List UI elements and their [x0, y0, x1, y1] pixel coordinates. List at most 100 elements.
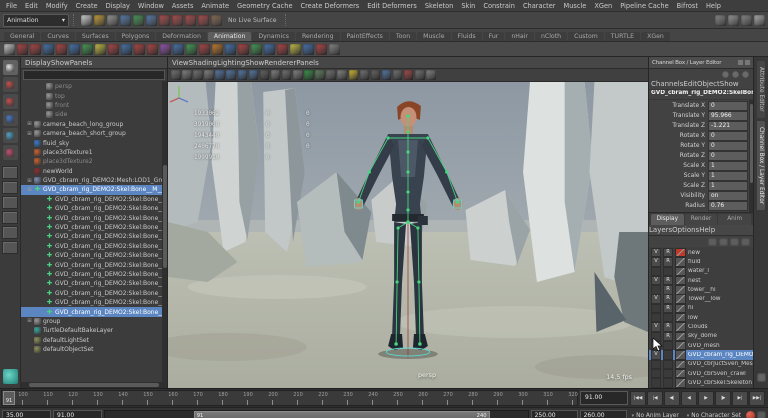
snap-to-curve-icon[interactable] — [172, 15, 183, 26]
layer-swatch-icon[interactable] — [675, 369, 686, 378]
shelf-icon-10[interactable] — [121, 44, 132, 55]
layer-swatch-icon[interactable] — [675, 248, 686, 257]
channel-manip-icon[interactable] — [742, 71, 749, 78]
shelf-icon-20[interactable] — [251, 44, 262, 55]
layer-row[interactable]: Rtower__hi — [649, 285, 753, 294]
layer-swatch-icon[interactable] — [675, 332, 686, 341]
go-to-start-button[interactable]: |◀◀ — [630, 391, 646, 406]
menubar-item-geometry-cache[interactable]: Geometry Cache — [233, 2, 296, 10]
divider[interactable] — [285, 14, 289, 26]
shelf-tab-general[interactable]: General — [4, 32, 40, 41]
layer-renderable-toggle[interactable]: R — [663, 332, 673, 341]
layer-visibility-toggle[interactable] — [651, 369, 661, 378]
paint-select-tool-icon[interactable] — [3, 94, 18, 109]
shelf-icon-3[interactable] — [30, 44, 41, 55]
menubar-item-constrain[interactable]: Constrain — [479, 2, 519, 10]
shelf-icon-11[interactable] — [134, 44, 145, 55]
viewport-toolbar-icon-6[interactable] — [226, 70, 236, 80]
shelf-tab-custom[interactable]: Custom — [568, 32, 604, 41]
channel-value-field[interactable]: 1 — [708, 161, 748, 171]
menubar-item-edit[interactable]: Edit — [21, 2, 42, 10]
shelf-tab-surfaces[interactable]: Surfaces — [76, 32, 115, 41]
viewport-toolbar-icon-16[interactable] — [337, 70, 347, 80]
shelf-tab-polygons[interactable]: Polygons — [116, 32, 156, 41]
outliner-item[interactable]: ⊞camera_beach_long_group — [21, 120, 167, 129]
step-forward-frame-button[interactable]: ▶| — [732, 391, 748, 406]
shelf-icon-4[interactable] — [43, 44, 54, 55]
layer-row[interactable]: GVD_cbrSkel:Skeleton — [649, 378, 753, 387]
anim-layer-dropdown[interactable]: ▾No Anim Layer — [629, 411, 682, 418]
shelf-icon-23[interactable] — [290, 44, 301, 55]
viewport-toolbar-icon-3[interactable] — [193, 70, 203, 80]
outliner-item[interactable]: ✚GVD_cbram_rig_DEMO2:Skel:Bone__L__ — [21, 213, 167, 222]
menubar-item-help[interactable]: Help — [702, 2, 725, 10]
divider[interactable] — [73, 14, 77, 26]
outliner-item[interactable]: ⊞GVD_cbram_rig_DEMO2:Mesh:LOD1_Group — [21, 176, 167, 185]
layer-row[interactable]: VRfluid — [649, 257, 753, 266]
layer-renderable-toggle[interactable] — [663, 360, 673, 369]
layer-row[interactable]: Rhi — [649, 304, 753, 313]
layer-renderable-toggle[interactable]: R — [663, 322, 673, 331]
layer-visibility-toggle[interactable]: V — [651, 341, 661, 350]
layer-visibility-toggle[interactable] — [651, 332, 661, 341]
shelf-icon-15[interactable] — [186, 44, 197, 55]
menubar-item-animate[interactable]: Animate — [197, 2, 233, 10]
expand-icon[interactable]: ⊞ — [25, 178, 34, 184]
menubar-item-modify[interactable]: Modify — [42, 2, 72, 10]
layer-row[interactable]: low — [649, 313, 753, 322]
create-layer-from-selected-icon[interactable] — [719, 238, 728, 246]
outliner-item[interactable]: front — [21, 101, 167, 110]
step-back-frame-button[interactable]: |◀ — [647, 391, 663, 406]
shelf-tab-painteffects[interactable]: PaintEffects — [341, 32, 389, 41]
viewport-toolbar-icon-20[interactable] — [382, 70, 392, 80]
channel-value-field[interactable]: 1 — [708, 171, 748, 181]
layer-visibility-toggle[interactable]: V — [651, 294, 661, 303]
menu-set-dropdown[interactable]: Animation ▾ — [3, 14, 69, 27]
layer-visibility-toggle[interactable]: V — [651, 257, 661, 266]
quick-render-icon[interactable] — [728, 15, 739, 26]
snap-to-point-icon[interactable] — [185, 15, 196, 26]
layer-swatch-icon[interactable] — [675, 267, 686, 276]
layer-swatch-icon[interactable] — [675, 304, 686, 313]
playback-end-field[interactable]: 250.00 — [531, 410, 578, 418]
rotate-tool-icon[interactable] — [3, 128, 18, 143]
layer-swatch-icon[interactable] — [675, 276, 686, 285]
shelf-tab-deformation[interactable]: Deformation — [156, 32, 207, 41]
layer-visibility-toggle[interactable] — [651, 267, 661, 276]
layer-renderable-toggle[interactable] — [663, 267, 673, 276]
shelf-icon-24[interactable] — [303, 44, 314, 55]
layer-visibility-toggle[interactable] — [651, 304, 661, 313]
viewport-toolbar-icon-5[interactable] — [215, 70, 225, 80]
channel-scrollbar[interactable] — [749, 100, 753, 212]
viewport-toolbar-icon-18[interactable] — [360, 70, 370, 80]
menubar-item-window[interactable]: Window — [134, 2, 168, 10]
viewport-toolbar-icon-9[interactable] — [260, 70, 270, 80]
expand-icon[interactable]: ⊞ — [25, 187, 34, 193]
outliner-item[interactable]: ✚GVD_cbram_rig_DEMO2:Skel:Bone__M__ — [21, 307, 167, 316]
scale-tool-icon[interactable] — [3, 145, 18, 160]
viewport-toolbar-icon-24[interactable] — [426, 70, 436, 80]
four-pane-layout-button[interactable] — [2, 181, 18, 194]
selected-object-name[interactable]: GVD_cbram_rig_DEMO2:SkelBone... — [649, 90, 753, 100]
move-tool-icon[interactable] — [3, 111, 18, 126]
viewport-menu-view[interactable]: View — [172, 59, 189, 67]
menubar-item-pipeline-cache[interactable]: Pipeline Cache — [616, 2, 672, 10]
outliner-item[interactable]: ✚GVD_cbram_rig_DEMO2:Skel:Bone__L__ — [21, 204, 167, 213]
outliner-horizontal-scrollbar[interactable] — [21, 382, 167, 388]
persp-curve-layout-button[interactable] — [2, 241, 18, 254]
menubar-item-create-deformers[interactable]: Create Deformers — [297, 2, 364, 10]
outliner-item[interactable]: defaultObjectSet — [21, 345, 167, 354]
viewport-toolbar-icon-15[interactable] — [326, 70, 336, 80]
hypershade-layout-button[interactable] — [2, 226, 18, 239]
channel-value-field[interactable]: 1 — [708, 181, 748, 191]
layer-visibility-toggle[interactable] — [651, 360, 661, 369]
animation-start-field[interactable]: 35.00 — [2, 410, 51, 418]
shelf-icon-14[interactable] — [173, 44, 184, 55]
outliner-item[interactable]: ⊞camera_beach_short_group — [21, 129, 167, 138]
layer-visibility-toggle[interactable]: V — [651, 276, 661, 285]
outliner-item[interactable]: persp — [21, 82, 167, 91]
outliner-vertical-scrollbar[interactable] — [162, 81, 167, 382]
side-tab-attribute-editor[interactable]: Attribute Editor — [757, 61, 765, 118]
layer-renderable-toggle[interactable]: R — [663, 294, 673, 303]
shelf-tab-nhair[interactable]: nHair — [505, 32, 534, 41]
